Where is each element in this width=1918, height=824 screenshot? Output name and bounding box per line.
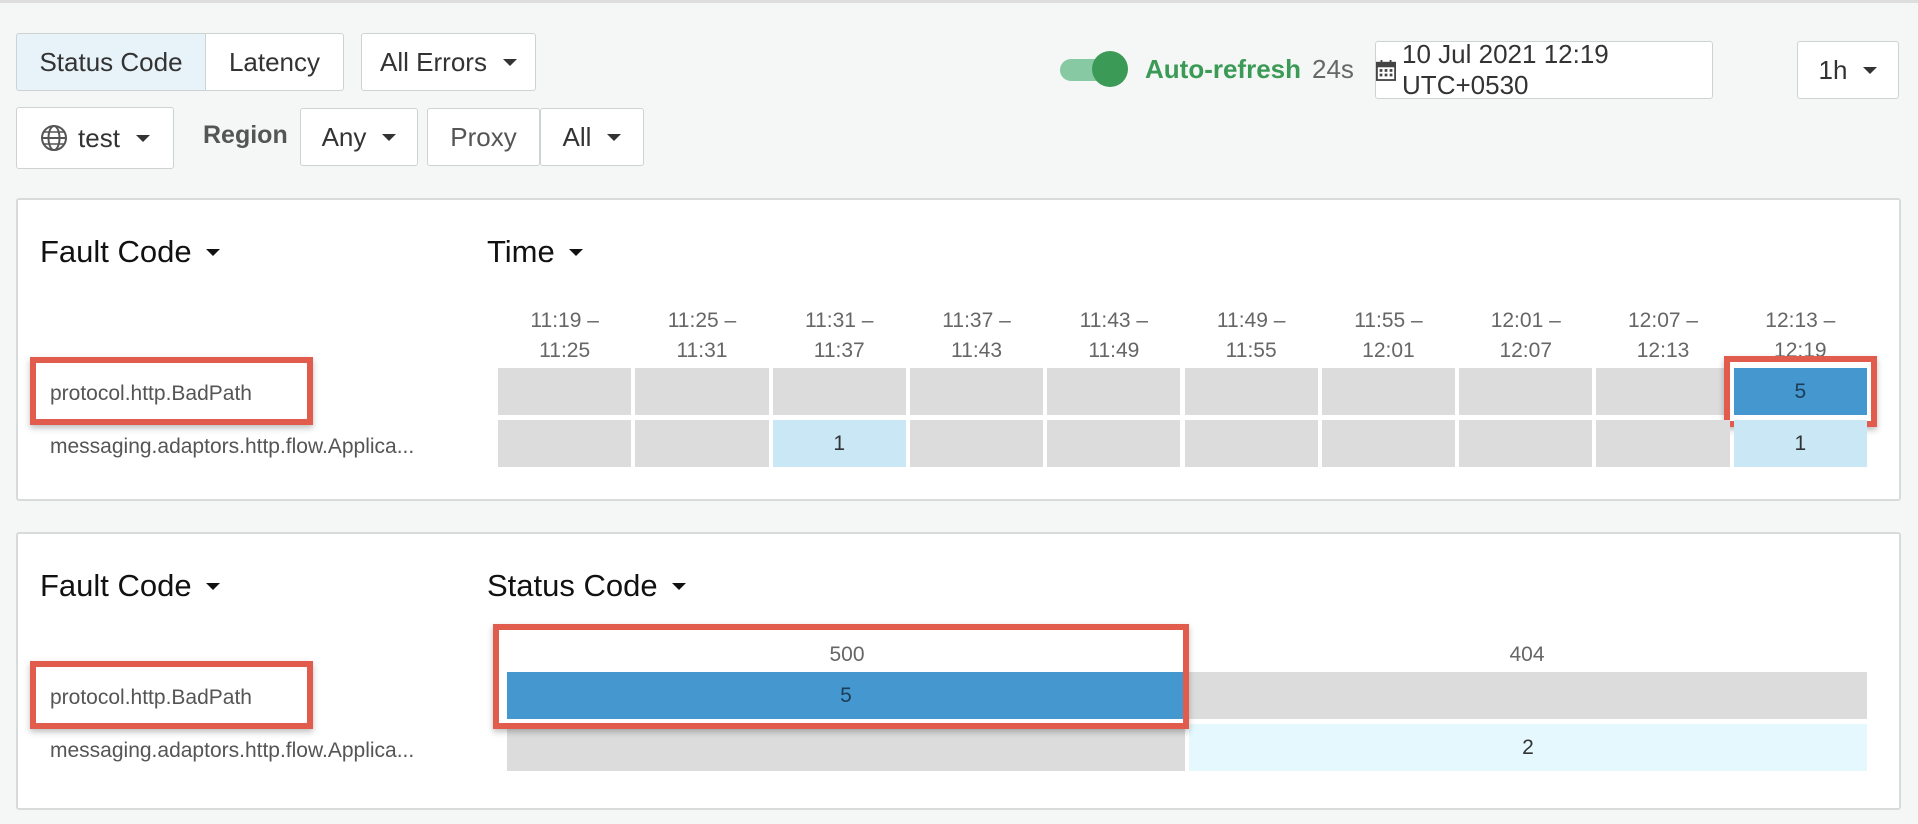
heatmap-cell[interactable]: 1: [772, 420, 906, 467]
date-picker-button[interactable]: 10 Jul 2021 12:19 UTC+0530: [1375, 39, 1713, 100]
time-column-start: 12:07 –: [1628, 309, 1699, 332]
region-label: Region: [203, 121, 288, 149]
time-column-header[interactable]: 11:55 – 12:01: [1322, 306, 1455, 366]
heatmap-cell[interactable]: 1: [1733, 420, 1867, 467]
time-heading[interactable]: Time: [487, 234, 583, 270]
time-column-end: 12:01: [1362, 339, 1415, 362]
caret-down-icon: [135, 134, 150, 142]
caret-down-icon: [502, 58, 517, 66]
time-column-header[interactable]: 11:43 – 11:49: [1047, 306, 1180, 366]
fault-code-heading-label: Fault Code: [40, 568, 192, 603]
caret-down-icon: [568, 248, 583, 256]
heatmap-cell[interactable]: [635, 420, 769, 467]
row-label-messaging-flow[interactable]: messaging.adaptors.http.flow.Applica...: [50, 739, 460, 763]
top-divider: [0, 0, 1918, 3]
time-column-header[interactable]: 11:31 – 11:37: [773, 306, 906, 366]
heatmap-cell[interactable]: [498, 368, 632, 415]
fault-code-heading-2[interactable]: Fault Code: [40, 568, 220, 604]
caret-down-icon: [205, 248, 220, 256]
date-value: 10 Jul 2021 12:19 UTC+0530: [1402, 39, 1609, 100]
time-column-end: 11:49: [1088, 339, 1140, 362]
time-column-header[interactable]: 11:37 – 11:43: [910, 306, 1043, 366]
heatmap-cell[interactable]: [1047, 368, 1181, 415]
errors-filter-dropdown[interactable]: All Errors: [361, 33, 536, 91]
row-label-bad-path[interactable]: protocol.http.BadPath: [50, 382, 252, 406]
row-label-messaging-flow[interactable]: messaging.adaptors.http.flow.Applica...: [50, 435, 460, 459]
time-column-header[interactable]: 12:01 – 12:07: [1459, 306, 1592, 366]
heatmap-cell[interactable]: [1184, 368, 1318, 415]
errors-filter-value: All Errors: [380, 46, 487, 77]
heatmap-cell[interactable]: [1189, 672, 1867, 719]
time-column-end: 12:07: [1499, 339, 1553, 362]
time-column-end: 11:31: [676, 339, 728, 362]
fault-code-heading-1[interactable]: Fault Code: [40, 234, 220, 270]
heatmap-cell[interactable]: [772, 368, 906, 415]
heatmap-cell[interactable]: [1459, 368, 1593, 415]
calendar-icon: [1376, 59, 1397, 81]
tab-status-code[interactable]: Status Code: [16, 33, 206, 91]
heatmap-cell[interactable]: [909, 368, 1044, 415]
heatmap-cell[interactable]: [1321, 420, 1456, 467]
time-column-start: 11:37 –: [942, 309, 1011, 332]
heatmap-cell[interactable]: [1047, 420, 1181, 467]
time-column-end: 12:13: [1636, 339, 1690, 362]
heatmap-cell[interactable]: [909, 420, 1044, 467]
proxy-dropdown[interactable]: All: [540, 108, 644, 166]
caret-down-icon: [1863, 66, 1878, 74]
time-column-end: 11:37: [813, 339, 865, 362]
time-heading-label: Time: [487, 234, 555, 269]
auto-refresh-label: Auto-refresh: [1145, 54, 1302, 84]
time-column-start: 11:25 –: [667, 309, 737, 332]
time-column-header[interactable]: 11:49 – 11:55: [1185, 306, 1318, 366]
column-highlight: [493, 624, 1189, 729]
tab-latency-label: Latency: [228, 46, 321, 77]
auto-refresh-countdown: 24s: [1312, 54, 1354, 84]
time-column-start: 11:55 –: [1354, 309, 1423, 332]
heatmap-cell[interactable]: [1459, 420, 1593, 467]
fault-code-heading-label: Fault Code: [40, 234, 192, 269]
status-code-heading[interactable]: Status Code: [487, 568, 686, 604]
time-column-start: 12:13 –: [1765, 309, 1836, 332]
proxy-label: Proxy: [450, 121, 517, 152]
time-column-header[interactable]: 11:25 – 11:31: [635, 306, 768, 366]
heatmap-cell[interactable]: [1321, 368, 1456, 415]
globe-icon: [41, 125, 68, 151]
tab-status-code-label: Status Code: [39, 46, 183, 77]
region-value: Any: [321, 121, 367, 152]
heatmap-cell[interactable]: [1596, 368, 1730, 415]
time-column-start: 11:43 –: [1079, 309, 1149, 332]
row-label-bad-path[interactable]: protocol.http.BadPath: [50, 686, 252, 710]
caret-down-icon: [382, 133, 397, 141]
heatmap-cell[interactable]: 2: [1189, 724, 1867, 771]
caret-down-icon: [205, 582, 220, 590]
environment-value: test: [78, 122, 120, 153]
time-column-start: 12:01 –: [1490, 309, 1561, 332]
tab-latency[interactable]: Latency: [205, 33, 344, 91]
heatmap-cell[interactable]: [1184, 420, 1318, 467]
status-code-heading-label: Status Code: [487, 568, 658, 603]
proxy-label-button[interactable]: Proxy: [427, 108, 540, 166]
cell-highlight: [1723, 356, 1877, 427]
heatmap-cell[interactable]: [1596, 420, 1730, 467]
time-column-end: 11:43: [951, 339, 1003, 362]
proxy-value: All: [562, 121, 592, 152]
heatmap-cell[interactable]: [498, 420, 632, 467]
time-column-start: 11:49 –: [1216, 309, 1286, 332]
heatmap-cell[interactable]: [635, 368, 769, 415]
auto-refresh-toggle-knob[interactable]: [1092, 51, 1128, 87]
range-dropdown[interactable]: 1h: [1797, 41, 1899, 99]
time-column-start: 11:31 –: [804, 309, 874, 332]
heatmap-cell[interactable]: [507, 724, 1185, 771]
environment-dropdown[interactable]: test: [16, 107, 174, 169]
caret-down-icon: [607, 133, 622, 141]
time-column-end: 11:25: [539, 339, 591, 362]
caret-down-icon: [671, 582, 686, 590]
time-column-end: 11:55: [1225, 339, 1277, 362]
region-dropdown[interactable]: Any: [300, 108, 418, 166]
time-column-start: 11:19 –: [530, 309, 599, 332]
range-value: 1h: [1818, 54, 1848, 85]
status-column-header[interactable]: 404: [1187, 640, 1867, 670]
time-column-header[interactable]: 11:19 – 11:25: [498, 306, 631, 366]
time-column-header[interactable]: 12:07 – 12:13: [1596, 306, 1729, 366]
